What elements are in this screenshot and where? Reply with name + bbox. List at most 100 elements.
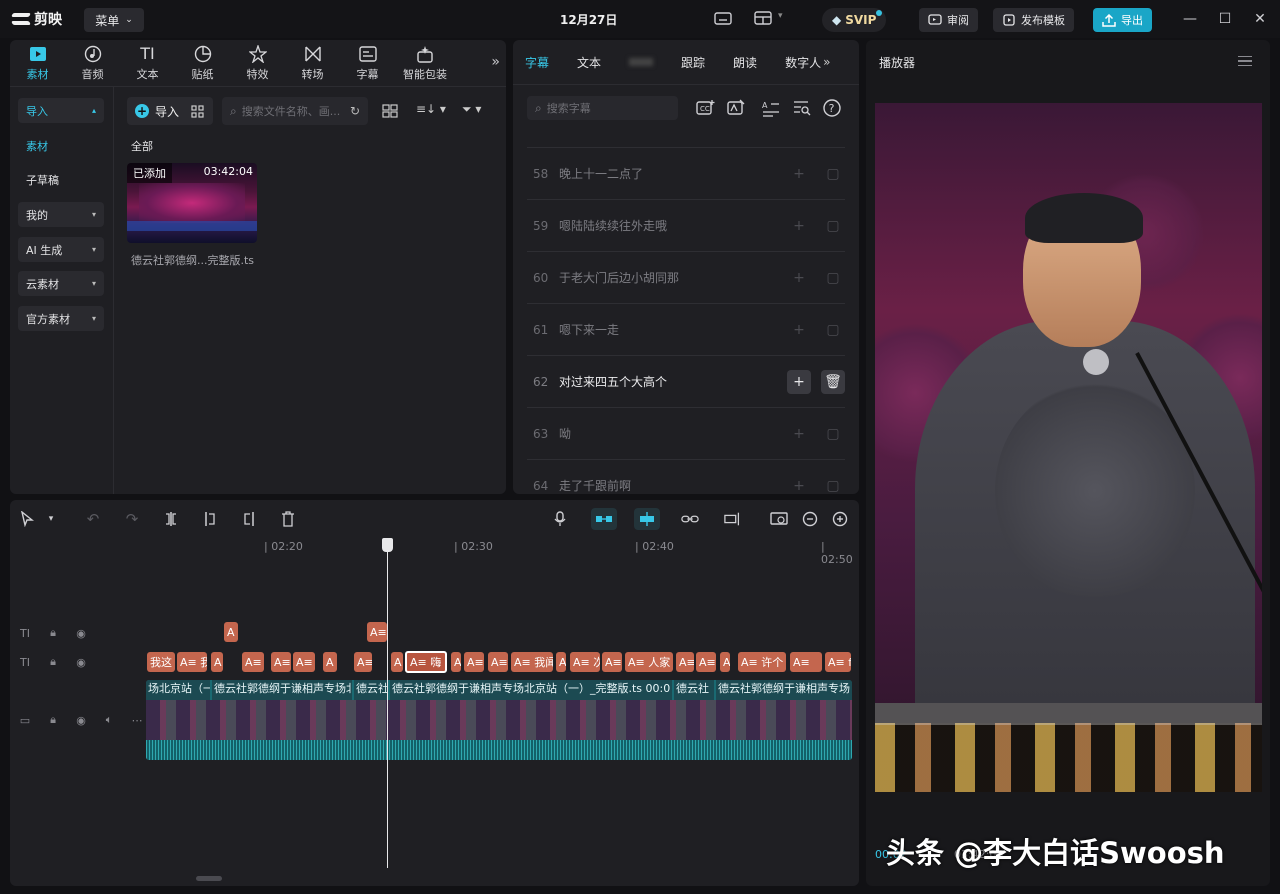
subtitle-row[interactable]: 63 呦 + ▢ <box>527 407 845 459</box>
subtitle-text[interactable]: 呦 <box>559 425 777 442</box>
trim-left-icon[interactable] <box>201 510 219 528</box>
subtitle-text[interactable]: 嗯下来一走 <box>559 321 777 338</box>
text-clip[interactable]: A≡ <box>367 622 387 642</box>
more-options-icon[interactable]: ⋯ <box>130 713 144 727</box>
text-clip[interactable]: 我这 <box>147 652 175 672</box>
timeline-scrollbar[interactable] <box>196 876 222 881</box>
text-clip[interactable]: A <box>224 622 238 642</box>
timeline-ruler[interactable]: | 02:20 | 02:30 | 02:40 | 02:50 <box>146 538 859 566</box>
tab-media[interactable]: 素材 <box>10 40 65 86</box>
video-clip-label[interactable]: 场北京站（一 <box>146 680 210 700</box>
trash-icon[interactable]: ▢ <box>821 318 845 342</box>
text-clip[interactable]: A≡ <box>242 652 264 672</box>
menu-button[interactable]: 菜单 ⌄ <box>84 8 144 32</box>
eye-icon[interactable]: ◉ <box>74 626 88 640</box>
text-clip[interactable]: A≡ 人家 <box>625 652 673 672</box>
subtitle-text[interactable]: 晚上十一二点了 <box>559 165 777 182</box>
filter-icon[interactable]: ⏷ ▾ <box>462 102 481 117</box>
tab-caption[interactable]: 字幕 <box>340 40 395 86</box>
video-clip-label[interactable]: 德云社郭德纲于谦相声专场 <box>716 680 852 700</box>
text-clip[interactable]: A≡ 许个 <box>738 652 786 672</box>
more-tabs-icon[interactable]: » <box>823 55 830 69</box>
select-cursor-icon[interactable] <box>18 510 36 528</box>
trash-icon[interactable]: ▢ <box>821 474 845 495</box>
trash-icon[interactable]: ▢ <box>821 162 845 186</box>
sort-icon[interactable]: ≡↓ ▾ <box>416 102 446 116</box>
nav-item-media[interactable]: 素材 <box>18 133 104 158</box>
hamburger-menu-icon[interactable] <box>1238 56 1252 66</box>
nav-item-official-media[interactable]: 官方素材 ▾ <box>18 306 104 331</box>
refresh-icon[interactable]: ↻ <box>350 104 360 118</box>
import-button[interactable]: + 导入 <box>127 97 213 125</box>
tab-transition[interactable]: 转场 <box>285 40 340 86</box>
tab-text[interactable]: TI 文本 <box>120 40 175 86</box>
undo-icon[interactable]: ↶ <box>84 510 102 528</box>
chevron-down-icon[interactable]: ▾ <box>42 510 60 528</box>
minimize-icon[interactable]: — <box>1182 11 1198 27</box>
subtitle-text[interactable]: 对过来四五个大高个 <box>559 373 777 390</box>
close-icon[interactable]: ✕ <box>1252 11 1268 27</box>
auto-snap-icon[interactable] <box>634 508 660 530</box>
plus-icon[interactable]: + <box>787 318 811 342</box>
subtitle-row[interactable]: 59 嗯陆陆续续往外走哦 + ▢ <box>527 199 845 251</box>
view-mode-icon[interactable] <box>382 104 398 118</box>
video-clip-label[interactable]: 德云社 <box>354 680 388 700</box>
video-clip-label[interactable]: 德云社 <box>674 680 714 700</box>
trim-right-icon[interactable] <box>240 510 258 528</box>
subtitle-row[interactable]: 58 晚上十一二点了 + ▢ <box>527 147 845 199</box>
plus-icon[interactable]: + <box>787 369 811 394</box>
text-clip[interactable]: A≡ <box>293 652 315 672</box>
text-clip[interactable]: A≡ <box>271 652 291 672</box>
tab-audio[interactable]: 音频 <box>65 40 120 86</box>
nav-item-cloud-media[interactable]: 云素材 ▾ <box>18 271 104 296</box>
tab-blurred[interactable] <box>629 58 654 66</box>
lock-icon[interactable]: 🔒︎ <box>46 713 60 727</box>
caption-style-icon[interactable] <box>726 98 746 118</box>
tab-sticker[interactable]: 贴纸 <box>175 40 230 86</box>
subtitle-text[interactable]: 嗯陆陆续续往外走哦 <box>559 217 777 234</box>
redo-icon[interactable]: ↷ <box>123 510 141 528</box>
tab-subtitles[interactable]: 字幕 <box>525 54 549 71</box>
more-tabs-icon[interactable]: » <box>491 54 500 70</box>
trash-icon[interactable]: 🗑 <box>821 369 845 394</box>
plus-icon[interactable]: + <box>787 474 811 495</box>
text-clip[interactable]: A≡ <box>602 652 622 672</box>
playhead-handle[interactable] <box>382 538 393 552</box>
publish-template-button[interactable]: 发布模板 <box>993 8 1074 32</box>
text-clip[interactable]: A <box>211 652 223 672</box>
screen-mode-icon[interactable] <box>770 510 788 528</box>
text-clip[interactable]: A <box>720 652 730 672</box>
playhead[interactable] <box>382 538 393 868</box>
trash-icon[interactable]: ▢ <box>821 422 845 446</box>
plus-icon[interactable]: + <box>787 422 811 446</box>
text-clip[interactable]: A <box>323 652 337 672</box>
text-clip-selected[interactable]: A≡ 嗨 <box>405 651 447 673</box>
text-clip[interactable]: A <box>451 652 461 672</box>
export-button[interactable]: 导出 <box>1093 8 1152 32</box>
lock-icon[interactable]: 🔒︎ <box>46 655 60 669</box>
subtitle-row[interactable]: 64 走了千跟前啊 + ▢ <box>527 459 845 494</box>
video-preview[interactable] <box>875 103 1262 792</box>
lock-icon[interactable]: 🔒︎ <box>46 626 60 640</box>
text-clip[interactable]: A≡ 我 <box>177 652 207 672</box>
nav-item-import[interactable]: 导入 ▴ <box>18 98 104 123</box>
review-button[interactable]: 审阅 <box>919 8 978 32</box>
subtitle-text[interactable]: 于老大门后边小胡同那 <box>559 269 777 286</box>
keyboard-icon[interactable] <box>714 10 732 26</box>
media-search-input[interactable]: ⌕ 搜索文件名称、画... ↻ <box>222 97 368 125</box>
layout-icon[interactable] <box>754 10 772 26</box>
eye-icon[interactable]: ◉ <box>74 713 88 727</box>
split-icon[interactable] <box>162 510 180 528</box>
text-clip[interactable]: A≡ <box>464 652 484 672</box>
subtitle-row-active[interactable]: 62 对过来四五个大高个 + 🗑 <box>527 355 845 407</box>
delete-icon[interactable] <box>279 510 297 528</box>
text-clip[interactable]: A≡ 我闻 <box>511 652 553 672</box>
plus-icon[interactable]: + <box>787 162 811 186</box>
video-clip-label[interactable]: 德云社郭德纲于谦相声专场北 <box>212 680 352 700</box>
text-clip[interactable]: A≡ <box>488 652 508 672</box>
subtitle-text[interactable]: 走了千跟前啊 <box>559 477 777 494</box>
tab-digital-human[interactable]: 数字人 <box>785 54 821 71</box>
layout-dropdown-icon[interactable]: ▾ <box>778 11 783 21</box>
text-clip[interactable]: A <box>391 652 403 672</box>
trash-icon[interactable]: ▢ <box>821 214 845 238</box>
